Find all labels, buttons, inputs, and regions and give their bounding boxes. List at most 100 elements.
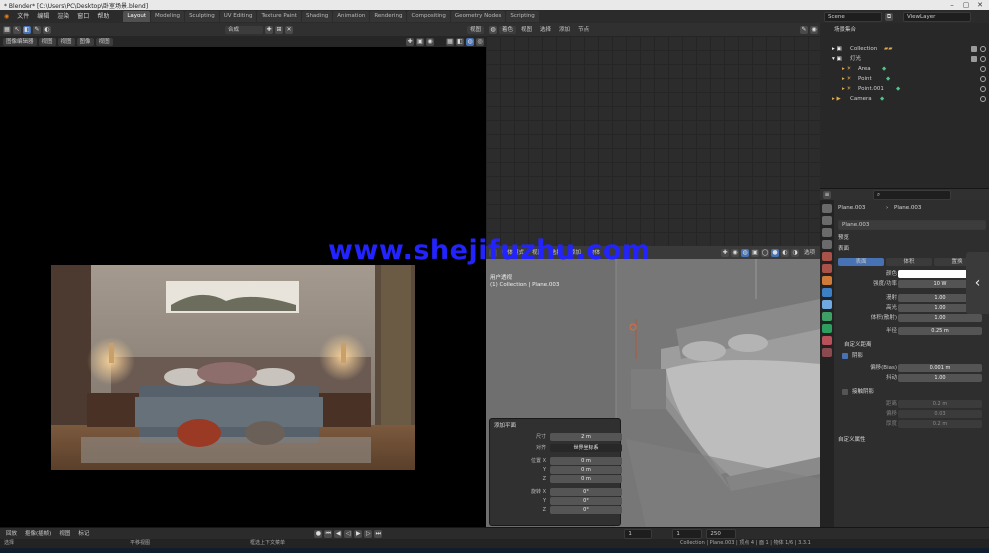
operator-location-y-field[interactable]: 0 m: [550, 466, 622, 474]
output-tab-icon[interactable]: [822, 228, 832, 237]
play-icon[interactable]: ▶: [354, 530, 363, 538]
shader-editor-type-icon[interactable]: ◍: [489, 25, 497, 34]
end-frame-field[interactable]: 250: [706, 529, 737, 539]
node-pin-icon[interactable]: ✎: [800, 25, 808, 34]
render-menu-view[interactable]: 视图: [38, 37, 56, 46]
scene-selector[interactable]: Scene: [824, 11, 882, 22]
section-preview[interactable]: 预览: [834, 234, 989, 243]
image-slot-dropdown[interactable]: 合成: [225, 25, 263, 34]
mask-icon[interactable]: ◐: [43, 25, 51, 34]
record-icon[interactable]: ●: [314, 530, 323, 538]
vp-options-button[interactable]: 选项: [800, 248, 818, 257]
chevron-left-icon[interactable]: ‹: [966, 252, 989, 314]
tab-geometry-nodes[interactable]: Geometry Nodes: [450, 11, 506, 22]
scene-copy-icon[interactable]: ⧉: [885, 12, 893, 21]
eye-icon[interactable]: [980, 86, 986, 92]
vp-material-shading-icon[interactable]: ◐: [780, 248, 789, 257]
close-image-icon[interactable]: ✕: [285, 25, 293, 34]
vp-solid-shading-icon[interactable]: ●: [770, 248, 779, 257]
tab-volume[interactable]: 体积: [886, 258, 932, 266]
tab-scripting[interactable]: Scripting: [506, 11, 539, 22]
section-custom-properties[interactable]: 自定义属性: [834, 436, 989, 445]
node-overlay-icon[interactable]: ◉: [810, 25, 818, 34]
volume-field[interactable]: 1.00: [898, 314, 982, 322]
vp-visibility-icon[interactable]: ◉: [730, 248, 739, 257]
view-mode-icon[interactable]: ◧: [23, 25, 31, 34]
eye-icon[interactable]: [980, 66, 986, 72]
section-contact-shadow[interactable]: 接触阴影: [834, 388, 989, 397]
vp-gizmo-icon[interactable]: ✚: [720, 248, 729, 257]
render-menu-image[interactable]: 图像: [76, 37, 94, 46]
eye-icon[interactable]: [980, 96, 986, 102]
modifier-tab-icon[interactable]: [822, 288, 832, 297]
pin-icon[interactable]: ✚: [265, 25, 273, 34]
node-menu-select[interactable]: 选择: [537, 26, 554, 34]
shader-mode-dropdown[interactable]: 着色: [499, 25, 517, 34]
operator-align-dropdown[interactable]: 世界坐标系: [550, 444, 622, 452]
lights-exclude-checkbox[interactable]: [971, 56, 977, 62]
view-button[interactable]: 视图: [467, 25, 485, 34]
shadow-jitter-field[interactable]: 1.00: [898, 374, 982, 382]
scene-tab-icon[interactable]: [822, 252, 832, 261]
contact-thickness-field[interactable]: 0.2 m: [898, 420, 982, 428]
contact-bias-field[interactable]: 0.03: [898, 410, 982, 418]
properties-type-icon[interactable]: ≡: [823, 191, 831, 199]
outliner-item-lights[interactable]: ▾ ▣ 灯光: [820, 55, 989, 64]
outliner-item-point[interactable]: ▸ ☀ Point ◆: [820, 75, 989, 84]
timeline-menu-keying[interactable]: 抠像(插帧): [22, 530, 54, 538]
operator-rotation-z-field[interactable]: 0°: [550, 506, 622, 514]
gizmo-icon[interactable]: ◍: [466, 37, 474, 46]
prev-key-icon[interactable]: ◀: [334, 530, 343, 538]
tab-compositing[interactable]: Compositing: [407, 11, 450, 22]
section-custom-distance[interactable]: 自定义距离: [834, 341, 989, 350]
tab-rendering[interactable]: Rendering: [370, 11, 407, 22]
outliner-item-point-001[interactable]: ▸ ☀ Point.001 ◆: [820, 85, 989, 94]
next-key-icon[interactable]: ▷: [364, 530, 373, 538]
vp-wire-shading-icon[interactable]: ◯: [760, 248, 769, 257]
outliner-item-collection[interactable]: ▸ ▣ Collection ▰▰: [820, 45, 989, 54]
editor-type-icon[interactable]: ▦: [3, 25, 11, 34]
zoom-fit-icon[interactable]: ▣: [416, 37, 424, 46]
operator-rotation-x-field[interactable]: 0°: [550, 488, 622, 496]
menu-edit[interactable]: 编辑: [33, 10, 53, 23]
tab-uv-editing[interactable]: UV Editing: [219, 11, 257, 22]
operator-panel-title[interactable]: 添加平面: [494, 421, 516, 429]
tool-tab-icon[interactable]: [822, 204, 832, 213]
current-frame-field[interactable]: 1: [624, 529, 653, 539]
collection-exclude-checkbox[interactable]: [971, 46, 977, 52]
new-image-icon[interactable]: ⊞: [275, 25, 283, 34]
object-tab-icon[interactable]: [822, 276, 832, 285]
eye-icon[interactable]: [980, 76, 986, 82]
menu-help[interactable]: 帮助: [93, 10, 113, 23]
tab-animation[interactable]: Animation: [333, 11, 370, 22]
physics-tab-icon[interactable]: [822, 312, 832, 321]
tab-sculpting[interactable]: Sculpting: [185, 11, 219, 22]
render-tab-icon[interactable]: [822, 216, 832, 225]
section-shadow[interactable]: 阴影: [834, 352, 989, 361]
vp-overlay-icon[interactable]: ◍: [740, 248, 749, 257]
outliner-item-camera[interactable]: ▸ ▶ Camera ◆: [820, 95, 989, 104]
texture-tab-icon[interactable]: [822, 348, 832, 357]
hud-icon[interactable]: ◎: [476, 37, 484, 46]
tab-shading[interactable]: Shading: [301, 11, 333, 22]
shadow-bias-field[interactable]: 0.001 m: [898, 364, 982, 372]
channel-picker-icon[interactable]: ✚: [406, 37, 414, 46]
view-layer-selector[interactable]: ViewLayer: [903, 11, 971, 22]
view-layer-tab-icon[interactable]: [822, 240, 832, 249]
shadow-checkbox[interactable]: [842, 353, 848, 359]
node-menu-view[interactable]: 视图: [518, 26, 535, 34]
display-channels-icon[interactable]: ◧: [456, 37, 464, 46]
outliner-item-area[interactable]: ▸ ☀ Area ◆: [820, 65, 989, 74]
timeline-menu-view[interactable]: 视图: [56, 530, 73, 538]
tab-layout[interactable]: Layout: [123, 11, 151, 22]
operator-location-x-field[interactable]: 0 m: [550, 457, 622, 465]
node-menu-add[interactable]: 添加: [556, 26, 573, 34]
contact-shadow-checkbox[interactable]: [842, 389, 848, 395]
timeline-menu-playback[interactable]: 回放: [3, 530, 20, 538]
tab-texture-paint[interactable]: Texture Paint: [257, 11, 301, 22]
vp-render-shading-icon[interactable]: ◑: [790, 248, 799, 257]
render-menu-view-2[interactable]: 视图: [57, 37, 75, 46]
start-frame-field[interactable]: 1: [672, 529, 703, 539]
overlay-icon[interactable]: ◉: [426, 37, 434, 46]
menu-window[interactable]: 窗口: [73, 10, 93, 23]
